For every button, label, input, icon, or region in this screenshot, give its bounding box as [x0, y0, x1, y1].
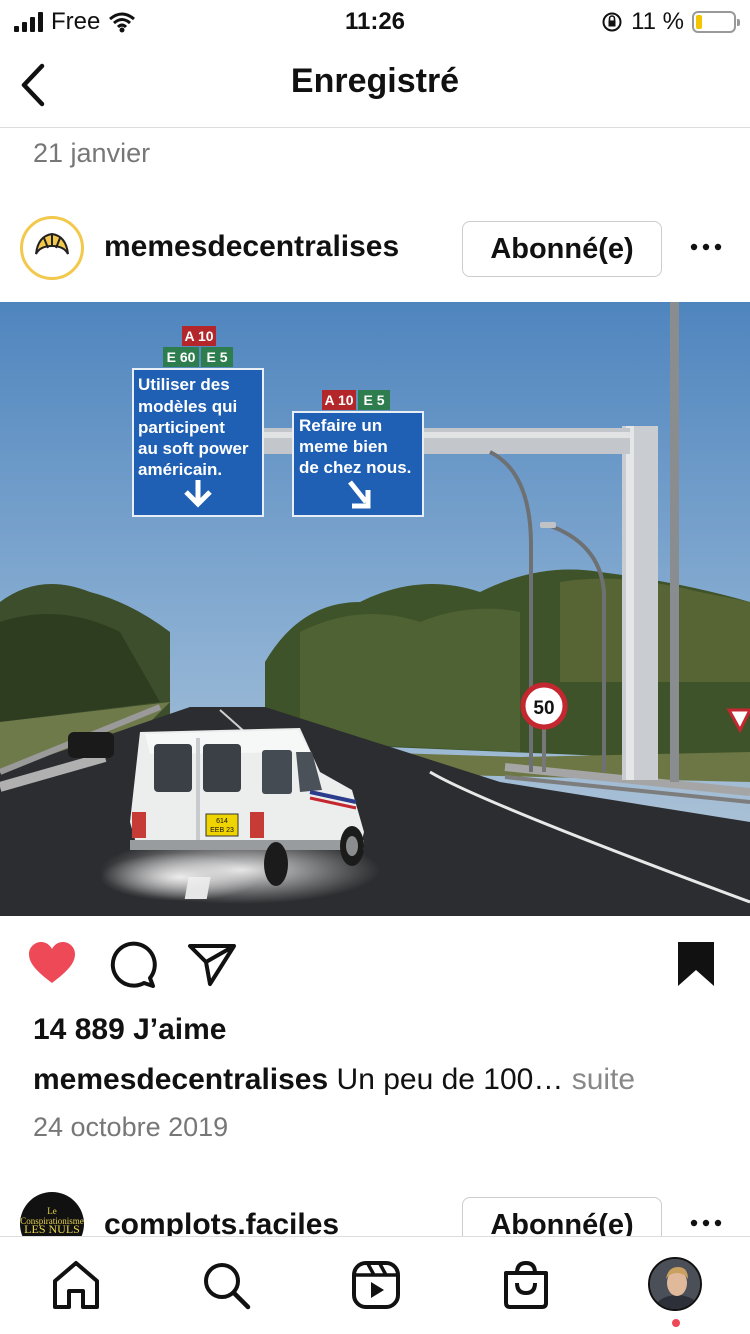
- left-sign-line-4: au soft power: [138, 439, 249, 458]
- page-title: Enregistré: [290, 62, 460, 100]
- battery-percent: 11 %: [631, 8, 684, 35]
- next-avatar-text-2: LES NULS: [24, 1222, 80, 1236]
- orientation-lock-icon: [602, 12, 622, 32]
- home-icon[interactable]: [50, 1259, 102, 1311]
- caption-more-link[interactable]: suite: [563, 1063, 635, 1096]
- likes-count[interactable]: 14 889 J’aime: [33, 1013, 227, 1047]
- status-bar: Free 11:26 11 %: [0, 0, 750, 42]
- next-more-options-icon[interactable]: [686, 1208, 726, 1238]
- highway-meme-image: 50 A 10 E 60 E 5 Utiliser des modèles qu…: [0, 302, 750, 916]
- plate-line-1: 614: [216, 818, 228, 825]
- status-right: 11 %: [601, 8, 740, 36]
- post-caption: memesdecentralises Un peu de 100… suite: [33, 1063, 635, 1097]
- following-button[interactable]: Abonné(e): [462, 221, 662, 277]
- post-actions: [0, 938, 750, 994]
- bookmark-saved-icon[interactable]: [670, 938, 722, 990]
- profile-avatar[interactable]: [648, 1257, 702, 1311]
- caption-username[interactable]: memesdecentralises: [33, 1063, 328, 1096]
- left-sign-line-1: Utiliser des: [138, 375, 230, 394]
- left-route-top: A 10: [184, 328, 213, 344]
- comment-icon[interactable]: [106, 938, 158, 990]
- more-options-icon[interactable]: [686, 232, 726, 262]
- section-date: 21 janvier: [33, 138, 151, 168]
- speed-limit-text: 50: [533, 698, 554, 719]
- battery-icon: [692, 11, 740, 33]
- profile-photo-icon: [650, 1259, 700, 1309]
- reels-icon[interactable]: [350, 1259, 402, 1311]
- notification-dot: [672, 1319, 680, 1327]
- plate-line-2: EEB 23: [210, 827, 234, 834]
- left-sign-line-2: modèles qui: [138, 397, 237, 416]
- right-sign-line-2: meme bien: [299, 437, 388, 456]
- croissant-icon: [35, 232, 69, 255]
- bottom-tab-bar: [0, 1236, 750, 1334]
- nav-header: Enregistré: [0, 42, 750, 128]
- post-date: 24 octobre 2019: [33, 1112, 229, 1142]
- left-route-code-1: E 60: [167, 349, 196, 365]
- like-heart-icon[interactable]: [26, 938, 78, 990]
- post-image[interactable]: 50 A 10 E 60 E 5 Utiliser des modèles qu…: [0, 302, 750, 916]
- caption-text: Un peu de 100…: [328, 1063, 564, 1096]
- left-sign-line-3: participent: [138, 418, 225, 437]
- left-route-code-2: E 5: [206, 349, 227, 365]
- search-icon[interactable]: [200, 1259, 252, 1311]
- post-header: memesdecentralises Abonné(e): [0, 210, 750, 290]
- right-route-code-2: E 5: [363, 392, 384, 408]
- share-send-icon[interactable]: [186, 938, 238, 990]
- right-route-code-1: A 10: [324, 392, 353, 408]
- post-username[interactable]: memesdecentralises: [104, 230, 399, 264]
- right-sign-line-3: de chez nous.: [299, 458, 411, 477]
- left-sign-line-5: américain.: [138, 460, 222, 479]
- shop-icon[interactable]: [500, 1259, 552, 1311]
- right-sign-line-1: Refaire un: [299, 416, 382, 435]
- user-avatar[interactable]: [20, 216, 84, 280]
